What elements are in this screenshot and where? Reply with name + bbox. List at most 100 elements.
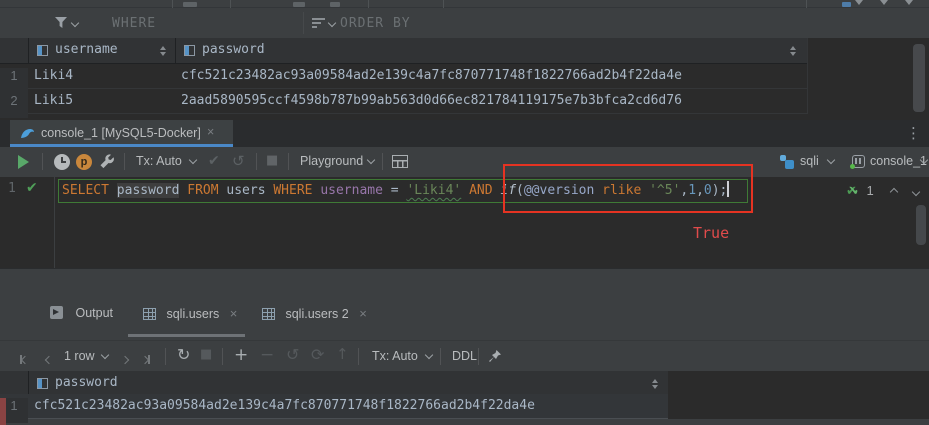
settings-wrench-icon[interactable] [99,154,115,170]
datagrip-window: WHERE ORDER BY username password 1 Liki4… [0,0,929,425]
column-icon [37,378,48,389]
rollback-icon[interactable]: ↺ [232,152,245,170]
close-icon[interactable]: × [359,306,367,321]
table-grid-icon [143,308,156,320]
error-stripe [0,398,6,425]
partial-icon [330,2,340,7]
chevron-down-icon[interactable] [328,19,336,27]
line-number: 1 [8,181,16,196]
delete-row-icon[interactable]: − [260,345,274,365]
chevron-down-icon [905,0,913,5]
commit-check-icon[interactable]: ✔ [208,153,220,169]
partial-icon [293,2,305,7]
column-divider [807,38,808,114]
result-count-widget: ✔✔ 1 [846,183,919,199]
separator [165,348,166,365]
first-page-button[interactable] [20,352,28,366]
stop-icon[interactable]: ■ [266,153,278,168]
gutter-divider [54,177,55,268]
schema-select[interactable]: sqli [800,154,819,168]
schema-icon [780,155,794,169]
refresh-icon[interactable]: ↻ [177,345,190,364]
next-page-button[interactable] [122,352,128,366]
result-count: 1 [866,183,873,198]
separator [443,0,444,8]
where-filter-input[interactable]: WHERE [112,16,156,31]
in-editor-results-icon[interactable] [392,155,408,168]
grid-corner[interactable] [0,38,28,64]
page-size-select[interactable]: 1 row [64,349,95,363]
chevron-down-icon[interactable] [189,156,197,164]
close-icon[interactable]: × [207,125,214,139]
table-row[interactable]: 1 cfc521c23482ac93a09584ad2e139c4a7fc870… [0,394,668,419]
history-icon[interactable] [54,154,70,170]
divider [303,12,304,34]
tool-window-band: Output sqli.users × sqli.users 2 × [0,268,929,340]
executed-check-icon[interactable]: ✔ [26,180,38,196]
run-button[interactable] [18,155,29,169]
separator [368,0,369,8]
kebab-menu-icon[interactable]: ⋮ [906,124,921,142]
reload-icon[interactable]: ⟳ [311,345,324,364]
tab-sqli-users-2[interactable]: sqli.users 2 × [262,306,367,340]
revert-icon[interactable]: ↺ [286,345,299,364]
cell-password[interactable]: 2aad5890595ccf4598b787b99ab563d0d66ec821… [181,93,805,108]
sort-arrows-icon[interactable] [789,45,798,57]
chevron-up-icon[interactable] [890,188,898,196]
profiler-icon[interactable]: p [76,154,92,170]
column-header-password[interactable]: password [175,38,807,64]
result-grid-bottom: password 1 cfc521c23482ac93a09584ad2e139… [0,371,929,425]
tab-output[interactable]: Output [50,306,113,340]
filter-funnel-icon[interactable] [54,16,69,29]
order-by-filter-input[interactable]: ORDER BY [340,16,411,31]
tab-console-1[interactable]: console_1 [MySQL5-Docker] × [10,120,233,147]
tab-label: Output [75,306,113,320]
grid-filter-row: WHERE ORDER BY [0,8,929,38]
sort-arrows-icon[interactable] [651,378,660,390]
pin-icon[interactable] [488,349,502,363]
submit-icon[interactable]: ↑ [336,345,349,363]
chevron-down-icon[interactable] [71,19,79,27]
tx-mode-select[interactable]: Tx: Auto [136,154,182,168]
chevron-down-icon[interactable] [912,188,920,196]
tab-label: sqli.users 2 [285,307,348,321]
sort-arrows-icon[interactable] [159,45,168,57]
cell-password[interactable]: cfc521c23482ac93a09584ad2e139c4a7fc87077… [34,398,664,413]
column-header-label: password [202,42,265,57]
separator [172,0,173,8]
session-select[interactable]: console_1 [870,154,927,168]
chevron-down-icon[interactable] [367,156,375,164]
result-grid: username password 1 Liki4 cfc521c23482ac… [0,38,929,120]
chevron-down-icon[interactable] [101,351,109,359]
separator [222,348,223,365]
cell-password[interactable]: cfc521c23482ac93a09584ad2e139c4a7fc87077… [181,68,805,83]
separator [358,348,359,365]
add-row-icon[interactable]: + [234,345,248,365]
cutoff-toolbar [0,0,929,8]
vertical-scrollbar[interactable] [913,44,925,112]
vertical-scrollbar[interactable] [916,205,926,245]
tx-mode-select[interactable]: Tx: Auto [372,349,418,363]
cell-username[interactable]: Liki4 [34,68,172,83]
ddl-button[interactable]: DDL [452,349,477,363]
stop-icon[interactable]: ■ [200,347,212,362]
order-by-icon[interactable] [312,18,325,30]
last-page-button[interactable] [142,352,150,366]
success-checks-icon: ✔✔ [846,184,859,199]
cell-username[interactable]: Liki5 [34,93,172,108]
selected-tab-underline [128,334,245,337]
table-row[interactable]: 1 Liki4 cfc521c23482ac93a09584ad2e139c4a… [0,64,807,89]
close-icon[interactable]: × [230,306,238,321]
column-header-label: password [55,375,118,390]
row-number: 2 [0,93,28,118]
table-row[interactable]: 2 Liki5 2aad5890595ccf4598b787b99ab563d0… [0,89,807,114]
separator [382,153,383,170]
prev-page-button[interactable] [46,352,52,366]
annotation-true-label: True [693,224,729,242]
column-header-username[interactable]: username [28,38,175,64]
connected-dot-icon [850,164,855,169]
sql-editor[interactable]: 1 ✔ SELECT password FROM users WHERE use… [0,177,929,268]
chevron-down-icon[interactable] [827,156,835,164]
playground-select[interactable]: Playground [300,154,363,168]
chevron-down-icon[interactable] [425,351,433,359]
